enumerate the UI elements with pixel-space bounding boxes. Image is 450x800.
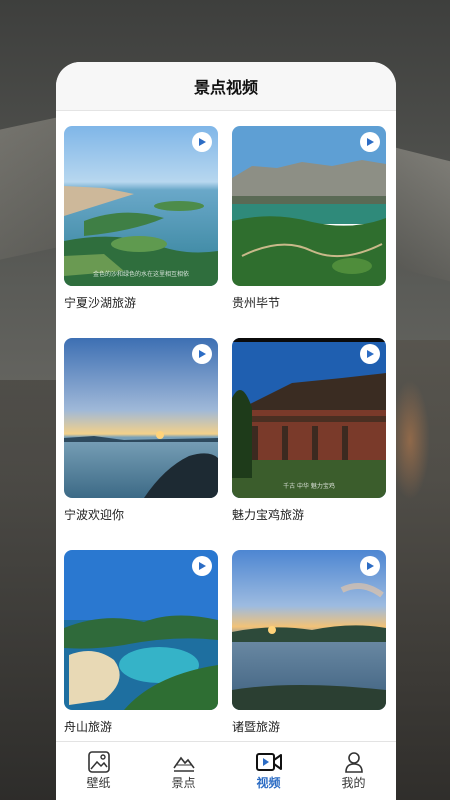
tab-wallpaper[interactable]: 壁纸 [56, 742, 141, 800]
content-card: 景点 视频 金色的沙和绿色的水在这里相互相依 宁夏沙湖旅游 贵州毕节 宁波欢迎你 … [56, 62, 396, 800]
video-card-zhuji[interactable]: 诸暨旅游 [232, 550, 386, 735]
person-icon [340, 748, 368, 776]
bottom-tab-bar: 壁纸 景点 视频 我的 [56, 741, 396, 800]
play-icon[interactable] [192, 132, 212, 152]
video-caption: 贵州毕节 [232, 296, 281, 310]
play-icon[interactable] [192, 556, 212, 576]
tab-label: 景点 [171, 776, 196, 790]
video-card-baoji[interactable]: 千古 中华 魅力宝鸡 魅力宝鸡旅游 [232, 338, 386, 523]
video-caption: 魅力宝鸡旅游 [232, 508, 305, 522]
tab-scenery[interactable]: 景点 [141, 742, 226, 800]
tab-video[interactable]: 视频 [226, 742, 311, 800]
tab-label: 视频 [256, 776, 281, 790]
play-icon[interactable] [360, 344, 380, 364]
video-caption: 宁夏沙湖旅游 [64, 296, 137, 310]
video-card-ningxia[interactable]: 金色的沙和绿色的水在这里相互相依 宁夏沙湖旅游 [64, 126, 218, 311]
background-lantern-glow [390, 380, 430, 500]
play-icon[interactable] [360, 556, 380, 576]
tab-label: 我的 [341, 776, 366, 790]
video-subtitle-overlay: 金色的沙和绿色的水在这里相互相依 [92, 271, 189, 278]
video-caption: 诸暨旅游 [232, 720, 281, 734]
video-camera-icon [255, 748, 283, 776]
tab-profile[interactable]: 我的 [311, 742, 396, 800]
video-card-ningbo[interactable]: 宁波欢迎你 [64, 338, 218, 523]
video-card-zhoushan[interactable]: 舟山旅游 [64, 550, 218, 735]
play-icon[interactable] [192, 344, 212, 364]
video-caption: 宁波欢迎你 [64, 508, 125, 522]
video-thumbnail[interactable] [232, 550, 386, 710]
video-subtitle-overlay: 千古 中华 魅力宝鸡 [283, 483, 335, 490]
mountain-icon [170, 748, 198, 776]
image-icon [85, 748, 113, 776]
video-thumbnail[interactable]: 金色的沙和绿色的水在这里相互相依 [64, 126, 218, 286]
play-icon[interactable] [360, 132, 380, 152]
video-thumbnail[interactable] [232, 126, 386, 286]
page-title: 景点视频 [193, 78, 258, 97]
video-thumbnail[interactable]: 千古 中华 魅力宝鸡 [232, 338, 386, 498]
video-card-guizhou[interactable]: 贵州毕节 [232, 126, 386, 311]
video-caption: 舟山旅游 [64, 720, 113, 734]
video-thumbnail[interactable] [64, 338, 218, 498]
tab-label: 壁纸 [86, 776, 111, 790]
page-header: 景点视频 [56, 62, 396, 111]
video-thumbnail[interactable] [64, 550, 218, 710]
